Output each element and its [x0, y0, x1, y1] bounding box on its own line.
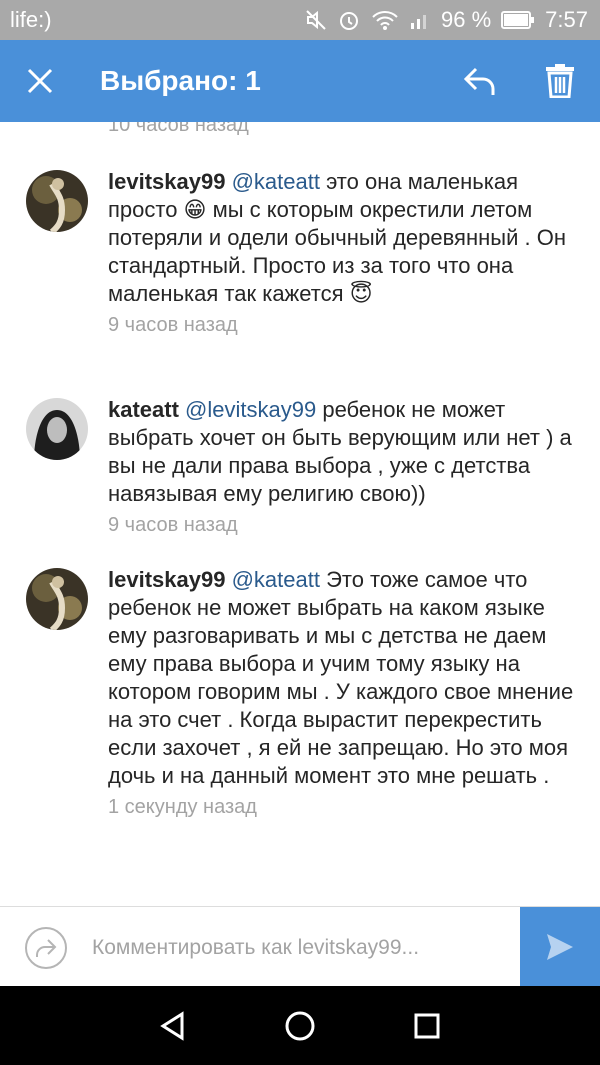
clock: 7:57 [545, 7, 588, 32]
recents-icon [414, 1013, 440, 1038]
alarm-icon [337, 8, 361, 32]
system-nav-bar [0, 986, 600, 1065]
comment-username[interactable]: levitskay99 [108, 169, 225, 194]
comment-message: Это тоже самое что ребенок не может выбр… [108, 567, 574, 788]
avatar[interactable] [26, 398, 88, 460]
comment-time: 9 часов назад [108, 514, 238, 536]
selection-toolbar: Выбрано: 1 [0, 40, 600, 122]
send-button[interactable] [520, 907, 600, 987]
signal-icon [409, 9, 431, 31]
comment-body: levitskay99 @kateatt это она маленькая п… [108, 168, 580, 337]
comment-mention[interactable]: @kateatt [232, 169, 320, 194]
home-icon [285, 1011, 315, 1040]
status-icons: 96 % 7:57 [305, 7, 588, 33]
comment-input[interactable] [92, 931, 512, 965]
comment-composer [0, 906, 600, 987]
wifi-icon [371, 9, 399, 31]
comment-body: kateatt @levitskay99 ребенок не может вы… [108, 396, 580, 537]
back-icon [160, 1010, 184, 1041]
share-arrow-icon [36, 939, 57, 957]
comment-username[interactable]: levitskay99 [108, 567, 225, 592]
comment-text: levitskay99 @kateatt это она маленькая п… [108, 168, 580, 308]
avatar[interactable] [26, 568, 88, 630]
battery-percent: 96 % [441, 7, 492, 32]
selection-title: Выбрано: 1 [100, 65, 261, 96]
close-icon [27, 68, 53, 94]
reply-icon [463, 67, 495, 95]
comment-time: 1 секунду назад [108, 796, 257, 818]
status-bar: life:) 96 % 7:57 [0, 0, 600, 40]
carrier-label: life:) [10, 7, 52, 32]
comment-mention[interactable]: @kateatt [232, 567, 320, 592]
comment-username[interactable]: kateatt [108, 397, 179, 422]
comment-mention[interactable]: @levitskay99 [185, 397, 316, 422]
share-button[interactable] [25, 927, 67, 969]
back-button[interactable] [143, 996, 203, 1056]
previous-comment-time: 10 часов назад [108, 122, 249, 136]
reply-button[interactable] [440, 40, 520, 122]
comment-text: kateatt @levitskay99 ребенок не может вы… [108, 396, 580, 508]
mute-icon [305, 9, 327, 31]
comments-feed[interactable]: 10 часов назад levitskay99 @kateatt это … [0, 122, 600, 906]
comment-body: levitskay99 @kateatt Это тоже самое что … [108, 566, 580, 819]
avatar[interactable] [26, 170, 88, 232]
delete-button[interactable] [520, 40, 600, 122]
comment-time: 9 часов назад [108, 314, 238, 336]
send-icon [547, 934, 573, 960]
home-button[interactable] [270, 996, 330, 1056]
close-selection-button[interactable] [0, 40, 80, 122]
recents-button[interactable] [397, 996, 457, 1056]
battery-icon [501, 10, 535, 30]
comment-text: levitskay99 @kateatt Это тоже самое что … [108, 566, 580, 790]
trash-icon [546, 64, 574, 98]
